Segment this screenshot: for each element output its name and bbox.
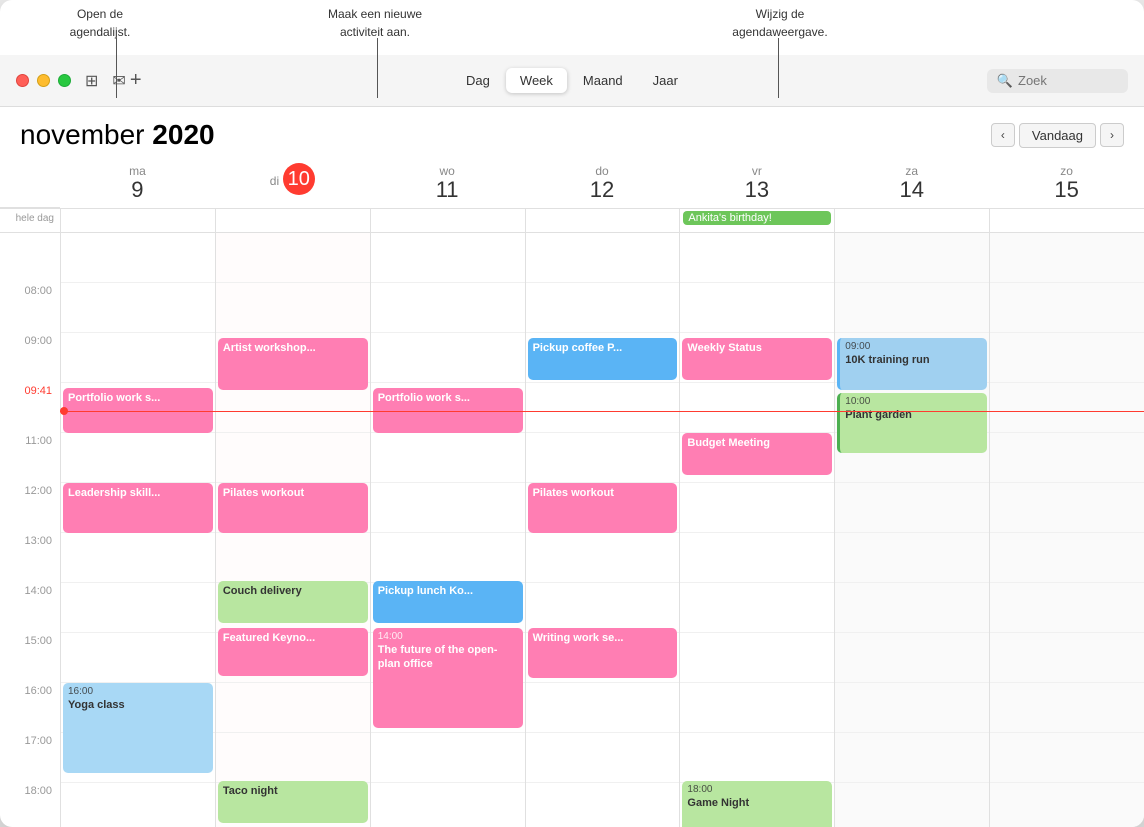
time-grid-container[interactable]: 08:00 09:00 09:41 11:00 12:00 13:00 14:0… — [0, 233, 1144, 827]
day-header-zo: zo 15 — [989, 159, 1144, 208]
day-col-wo: Portfolio work s... Pickup lunch Ko... 1… — [370, 233, 525, 827]
featured-keynote-di[interactable]: Featured Keyno... — [218, 628, 368, 676]
pickup-lunch-wo[interactable]: Pickup lunch Ko... — [373, 581, 523, 623]
artist-workshop-di[interactable]: Artist workshop... — [218, 338, 368, 390]
future-office-wo[interactable]: 14:00 The future of the open-plan office — [373, 628, 523, 728]
maximize-button[interactable] — [58, 74, 71, 87]
day-col-di: Artist workshop... Pilates workout Couch… — [215, 233, 370, 827]
prev-week-button[interactable]: ‹ — [991, 123, 1015, 147]
toolbar-icons: ⊞ ✉ — [85, 71, 126, 91]
day-header-di: di 10 — [215, 159, 370, 208]
weekly-status-vr[interactable]: Weekly Status — [682, 338, 832, 380]
taco-night-di[interactable]: Taco night — [218, 781, 368, 823]
day-headers-row: ma 9 di 10 wo 11 do 12 vr 13 za 14 — [0, 159, 1144, 209]
calendar-window: Open de agendalijst. Maak een nieuweacti… — [0, 0, 1144, 827]
annotation-change-view: Wijzig deagendaweergave. — [710, 5, 850, 41]
training-run-za[interactable]: 09:00 10K training run — [837, 338, 987, 390]
tab-dag[interactable]: Dag — [452, 68, 504, 93]
traffic-lights — [16, 74, 71, 87]
tab-week[interactable]: Week — [506, 68, 567, 93]
calendar-grid: ma 9 di 10 wo 11 do 12 vr 13 za 14 — [0, 159, 1144, 827]
month-year-title: november 2020 — [20, 119, 215, 151]
search-icon: 🔍 — [997, 73, 1013, 89]
budget-meeting-vr[interactable]: Budget Meeting — [682, 433, 832, 475]
calendar-list-icon[interactable]: ⊞ — [85, 71, 98, 91]
portfolio-work-ma[interactable]: Portfolio work s... — [63, 388, 213, 433]
time-grid: 08:00 09:00 09:41 11:00 12:00 13:00 14:0… — [0, 233, 1144, 827]
game-night-vr[interactable]: 18:00 Game Night — [682, 781, 832, 827]
time-labels: 08:00 09:00 09:41 11:00 12:00 13:00 14:0… — [0, 233, 60, 827]
allday-zo — [989, 209, 1144, 232]
titlebar: ⊞ ✉ + Dag Week Maand Jaar 🔍 — [0, 55, 1144, 107]
allday-do — [525, 209, 680, 232]
allday-za — [834, 209, 989, 232]
day-col-ma: Portfolio work s... Leadership skill... … — [60, 233, 215, 827]
day-col-za: 09:00 10K training run 10:00 Plant garde… — [834, 233, 989, 827]
allday-wo — [370, 209, 525, 232]
view-tabs: Dag Week Maand Jaar — [452, 68, 692, 93]
add-event-button[interactable]: + — [130, 69, 142, 92]
day-header-wo: wo 11 — [370, 159, 525, 208]
plant-garden-za[interactable]: 10:00 Plant garden — [837, 393, 987, 453]
allday-di — [215, 209, 370, 232]
annotation-new-activity: Maak een nieuweactiviteit aan. — [310, 5, 440, 41]
yoga-class-ma[interactable]: 16:00 Yoga class — [63, 683, 213, 773]
portfolio-work-wo[interactable]: Portfolio work s... — [373, 388, 523, 433]
day-header-za: za 14 — [834, 159, 989, 208]
minimize-button[interactable] — [37, 74, 50, 87]
next-week-button[interactable]: › — [1100, 123, 1124, 147]
day-header-vr: vr 13 — [679, 159, 834, 208]
couch-delivery-di[interactable]: Couch delivery — [218, 581, 368, 623]
day-col-do: Pickup coffee P... Pilates workout Writi… — [525, 233, 680, 827]
annotation-open-list: Open de agendalijst. — [50, 5, 150, 41]
leadership-skill-ma[interactable]: Leadership skill... — [63, 483, 213, 533]
today-button[interactable]: Vandaag — [1019, 123, 1096, 148]
day-header-ma: ma 9 — [60, 159, 215, 208]
pilates-workout-di[interactable]: Pilates workout — [218, 483, 368, 533]
inbox-icon[interactable]: ✉ — [112, 71, 125, 91]
navigation-buttons: ‹ Vandaag › — [991, 123, 1124, 148]
allday-ma — [60, 209, 215, 232]
writing-work-do[interactable]: Writing work se... — [528, 628, 678, 678]
day-header-do: do 12 — [525, 159, 680, 208]
search-input[interactable] — [1018, 73, 1118, 88]
tab-maand[interactable]: Maand — [569, 68, 637, 93]
allday-row: hele dag Ankita's birthday! — [0, 209, 1144, 233]
ankita-birthday-event[interactable]: Ankita's birthday! — [683, 211, 831, 225]
tab-jaar[interactable]: Jaar — [639, 68, 692, 93]
pilates-workout-do[interactable]: Pilates workout — [528, 483, 678, 533]
calendar-header: november 2020 ‹ Vandaag › — [0, 107, 1144, 159]
close-button[interactable] — [16, 74, 29, 87]
day-col-vr: Weekly Status Budget Meeting 18:00 Game … — [679, 233, 834, 827]
day-col-zo — [989, 233, 1144, 827]
allday-label: hele dag — [0, 209, 60, 232]
pickup-coffee-do[interactable]: Pickup coffee P... — [528, 338, 678, 380]
allday-vr: Ankita's birthday! — [679, 209, 834, 232]
search-bar[interactable]: 🔍 — [987, 69, 1128, 93]
